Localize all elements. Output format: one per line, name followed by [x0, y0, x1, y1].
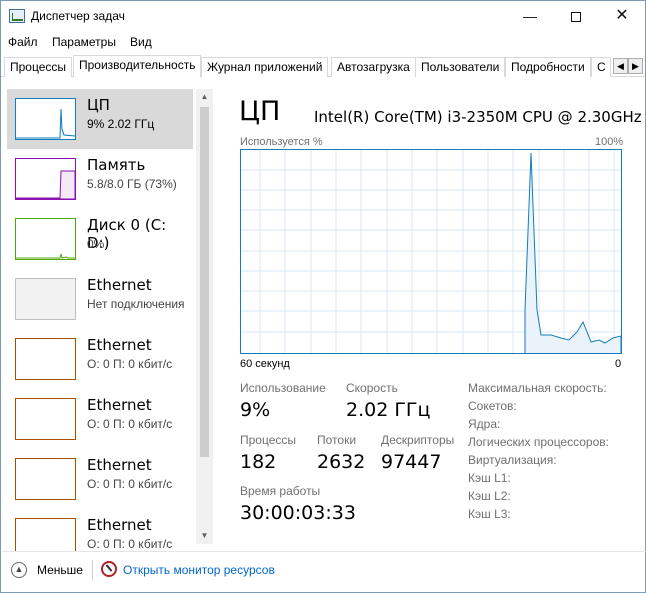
resource-item-ethernet[interactable]: Ethernet О: 0 П: 0 кбит/с	[7, 389, 193, 449]
resource-sub: О: 0 П: 0 кбит/с	[87, 537, 173, 551]
threads-value: 2632	[317, 451, 366, 473]
spec-max-speed-label: Максимальная скорость:	[468, 381, 607, 395]
ethernet-thumbnail	[15, 458, 76, 500]
resource-item-ethernet[interactable]: Ethernet О: 0 П: 0 кбит/с	[7, 329, 193, 389]
graph-label-max: 100%	[595, 136, 624, 148]
scroll-down-icon[interactable]: ▼	[196, 528, 213, 544]
spec-l1-cache-label: Кэш L1:	[468, 471, 511, 485]
fewer-details-button[interactable]: Меньше	[37, 563, 83, 577]
memory-thumbnail	[15, 158, 76, 200]
tab-scroll-right-button[interactable]: ▶	[628, 58, 643, 74]
tab-scroll-left-button[interactable]: ◀	[613, 58, 628, 74]
cpu-thumbnail	[15, 98, 76, 140]
resource-sub: 0%	[87, 237, 105, 251]
resource-item-ethernet-disconnected[interactable]: Ethernet Нет подключения	[7, 269, 193, 329]
ethernet-thumbnail	[15, 398, 76, 440]
handles-label: Дескрипторы	[381, 433, 455, 447]
utilization-label: Использование	[240, 381, 326, 395]
processes-value: 182	[240, 451, 277, 473]
handles-value: 97447	[381, 451, 442, 473]
menu-view[interactable]: Вид	[130, 35, 152, 49]
tab-scroll: ◀ ▶	[613, 58, 643, 74]
title-bar: Диспетчер задач — ✕	[1, 1, 645, 31]
resource-item-ethernet[interactable]: Ethernet О: 0 П: 0 кбит/с	[7, 509, 193, 551]
speed-label: Скорость	[346, 381, 398, 395]
spec-sockets-label: Сокетов:	[468, 399, 517, 413]
tab-startup[interactable]: Автозагрузка	[331, 57, 416, 77]
collapse-icon[interactable]: ▲	[11, 562, 27, 578]
scroll-thumb[interactable]	[200, 107, 209, 457]
spec-l2-cache-label: Кэш L2:	[468, 489, 511, 503]
task-manager-window: Диспетчер задач — ✕ Файл Параметры Вид П…	[0, 0, 646, 593]
cpu-graph-svg	[241, 150, 622, 353]
graph-time-label: 60 секунд	[240, 358, 290, 370]
close-button[interactable]: ✕	[599, 1, 645, 31]
resource-name: Ethernet	[87, 456, 152, 474]
tab-processes[interactable]: Процессы	[4, 57, 73, 77]
resource-monitor-icon[interactable]	[101, 561, 117, 577]
spec-cores-label: Ядра:	[468, 417, 501, 431]
maximize-button[interactable]	[553, 1, 599, 31]
minimize-button[interactable]: —	[507, 1, 553, 31]
processes-label: Процессы	[240, 433, 297, 447]
menu-bar: Файл Параметры Вид	[1, 32, 645, 52]
disk-thumbnail	[15, 218, 76, 260]
speed-value: 2.02 ГГц	[346, 399, 431, 421]
spec-virtualization-label: Виртуализация:	[468, 453, 557, 467]
resource-list: ЦП 9% 2.02 ГГц Память 5.8/8.0 ГБ (73%) Д…	[2, 81, 214, 551]
ethernet-thumbnail	[15, 278, 76, 320]
footer-bar: ▲ Меньше Открыть монитор ресурсов	[2, 551, 646, 593]
resource-item-disk[interactable]: Диск 0 (C: D:) 0%	[7, 209, 193, 269]
tab-app-history[interactable]: Журнал приложений	[201, 57, 329, 77]
maximize-icon	[571, 12, 581, 23]
cpu-model: Intel(R) Core(TM) i3-2350M CPU @ 2.30GHz	[314, 108, 642, 126]
tab-services[interactable]: С	[591, 57, 611, 77]
tab-users[interactable]: Пользователи	[415, 57, 506, 77]
resource-sub: 5.8/8.0 ГБ (73%)	[87, 177, 177, 191]
resource-name: Ethernet	[87, 276, 152, 294]
resource-item-ethernet[interactable]: Ethernet О: 0 П: 0 кбит/с	[7, 449, 193, 509]
resource-item-memory[interactable]: Память 5.8/8.0 ГБ (73%)	[7, 149, 193, 209]
resource-item-cpu[interactable]: ЦП 9% 2.02 ГГц	[7, 89, 193, 149]
tab-details[interactable]: Подробности	[505, 57, 591, 77]
ethernet-thumbnail	[15, 518, 76, 551]
resource-name: Ethernet	[87, 516, 152, 534]
resource-name: ЦП	[87, 96, 110, 114]
resource-sub: О: 0 П: 0 кбит/с	[87, 357, 173, 371]
resource-sub: Нет подключения	[87, 297, 185, 311]
scroll-up-icon[interactable]: ▲	[196, 89, 213, 105]
threads-label: Потоки	[317, 433, 357, 447]
task-manager-icon	[9, 9, 25, 23]
resource-name: Память	[87, 156, 146, 174]
tab-strip: Процессы Производительность Журнал прило…	[1, 55, 645, 78]
uptime-label: Время работы	[240, 484, 321, 498]
footer-divider	[92, 560, 93, 580]
window-title: Диспетчер задач	[31, 9, 125, 23]
utilization-value: 9%	[240, 399, 271, 421]
spec-l3-cache-label: Кэш L3:	[468, 507, 511, 521]
graph-zero-label: 0	[615, 358, 622, 370]
page-title: ЦП	[239, 96, 281, 127]
menu-file[interactable]: Файл	[8, 35, 38, 49]
resource-sub: О: 0 П: 0 кбит/с	[87, 417, 173, 431]
resource-sub: О: 0 П: 0 кбит/с	[87, 477, 173, 491]
menu-options[interactable]: Параметры	[52, 35, 116, 49]
spec-logical-processors-label: Логических процессоров:	[468, 435, 609, 449]
resource-list-scrollbar[interactable]: ▲ ▼	[196, 89, 213, 544]
ethernet-thumbnail	[15, 338, 76, 380]
cpu-usage-graph	[240, 149, 622, 354]
uptime-value: 30:00:03:33	[240, 502, 356, 524]
resource-name: Ethernet	[87, 336, 152, 354]
resource-sub: 9% 2.02 ГГц	[87, 117, 155, 131]
open-resource-monitor-link[interactable]: Открыть монитор ресурсов	[123, 563, 275, 577]
resource-name: Ethernet	[87, 396, 152, 414]
tab-performance[interactable]: Производительность	[73, 55, 202, 78]
graph-label-usage: Используется %	[240, 136, 323, 148]
